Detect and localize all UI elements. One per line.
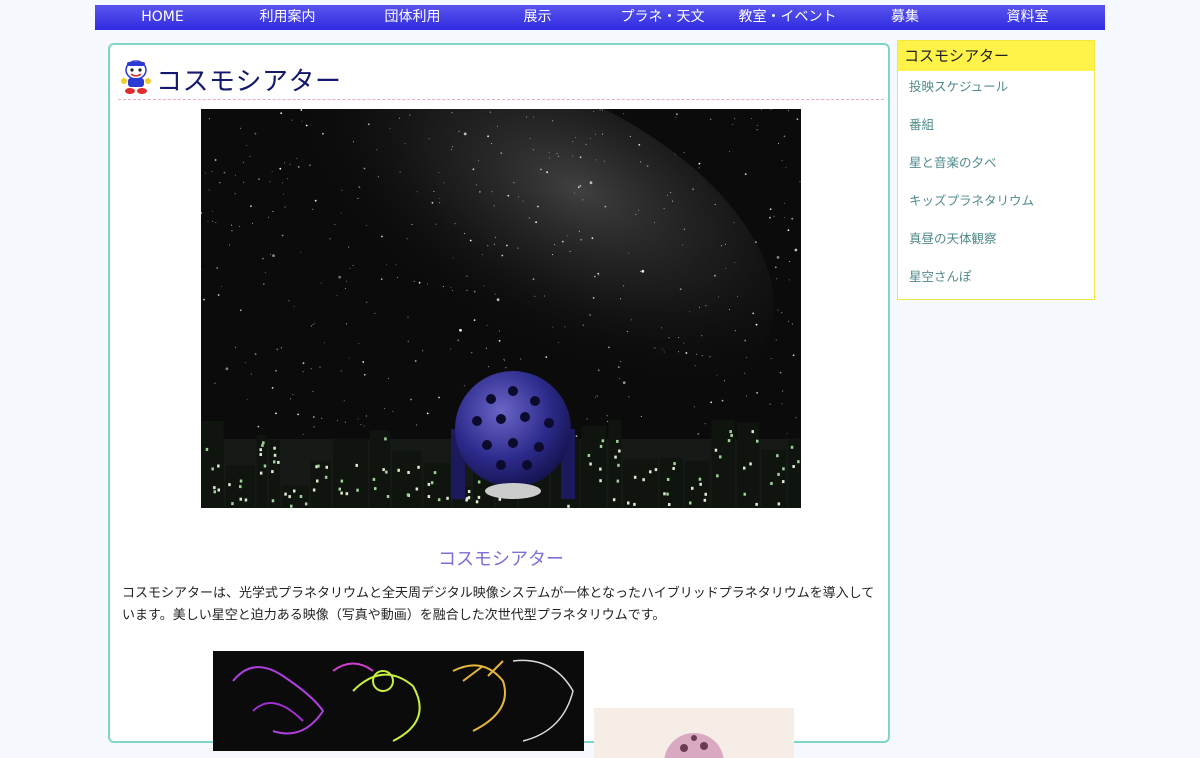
page-header: コスモシアター [118, 57, 884, 100]
sidebar-item-kids-planetarium[interactable]: キッズプラネタリウム [898, 185, 1094, 223]
page-title: コスモシアター [156, 67, 342, 97]
top-navigation: HOME 利用案内 団体利用 展示 プラネ・天文 教室・イベント 募集 資料室 [95, 5, 1105, 30]
nav-home[interactable]: HOME [95, 5, 230, 30]
sidebar-title: コスモシアター [898, 41, 1094, 71]
mascot-icon [121, 60, 151, 94]
hero-image-planetarium-projector [201, 109, 801, 508]
projector-thumbnail [594, 708, 794, 758]
sidebar-item-starry-sky-walk[interactable]: 星空さんぽ [898, 261, 1094, 299]
nav-planetarium-astronomy[interactable]: プラネ・天文 [595, 5, 730, 30]
nav-classes-events[interactable]: 教室・イベント [730, 5, 845, 30]
sidebar-list: 投映スケジュール 番組 星と音楽の夕べ キッズプラネタリウム 真昼の天体観察 星… [898, 71, 1094, 299]
sidebar-item-schedule[interactable]: 投映スケジュール [898, 71, 1094, 109]
section-heading: コスモシアター [438, 549, 564, 570]
nav-archive[interactable]: 資料室 [965, 5, 1090, 30]
main-content-panel: コスモシアター コスモシアター コスモシアターは、光学式プラネタリウムと全天周デ… [108, 43, 890, 758]
nav-group-use[interactable]: 団体利用 [345, 5, 480, 30]
nav-recruitment[interactable]: 募集 [845, 5, 965, 30]
description-paragraph: コスモシアターは、光学式プラネタリウムと全天周デジタル映像システムが一体となった… [122, 586, 875, 623]
nav-usage-guide[interactable]: 利用案内 [230, 5, 345, 30]
sidebar-item-programs[interactable]: 番組 [898, 109, 1094, 147]
nav-exhibits[interactable]: 展示 [480, 5, 595, 30]
sidebar-item-stars-and-music[interactable]: 星と音楽の夕べ [898, 147, 1094, 185]
sidebar-menu: コスモシアター 投映スケジュール 番組 星と音楽の夕べ キッズプラネタリウム 真… [897, 40, 1095, 300]
constellation-image [213, 651, 584, 751]
starfield-illustration [201, 109, 801, 508]
sidebar-item-daytime-observation[interactable]: 真昼の天体観察 [898, 223, 1094, 261]
